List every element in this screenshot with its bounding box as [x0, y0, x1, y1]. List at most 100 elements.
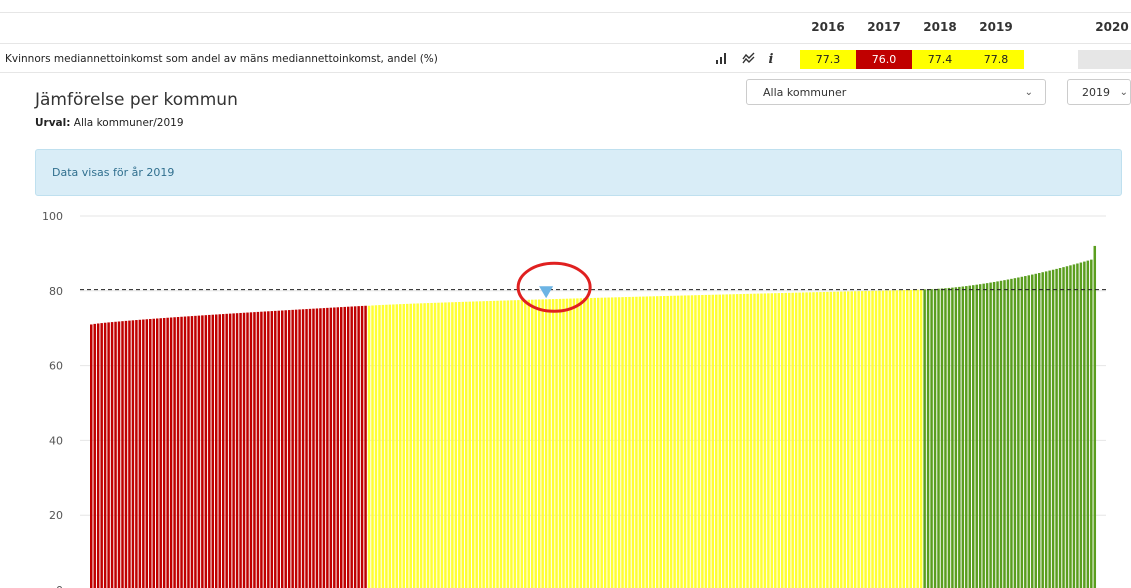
- bar-151: [614, 297, 617, 588]
- bar-39: [225, 313, 228, 588]
- value-2020[interactable]: [1078, 50, 1131, 69]
- bar-108: [465, 301, 468, 588]
- bar-7: [114, 321, 117, 588]
- bar-269: [1024, 276, 1027, 588]
- bar-229: [885, 290, 888, 588]
- bar-180: [715, 294, 718, 588]
- bar-192: [756, 293, 760, 588]
- bar-chart-icon[interactable]: [713, 52, 729, 68]
- bar-16: [145, 319, 149, 588]
- bar-66: [319, 308, 322, 588]
- bar-142: [583, 298, 586, 588]
- bar-73: [343, 306, 346, 588]
- bar-261: [996, 281, 999, 588]
- bar-130: [541, 299, 544, 588]
- bar-9: [121, 321, 124, 588]
- region-select[interactable]: Alla kommuner ⌄: [746, 79, 1046, 105]
- bar-274: [1041, 272, 1044, 588]
- bar-187: [739, 294, 742, 588]
- bar-110: [471, 301, 475, 588]
- bar-10: [124, 320, 128, 588]
- bar-30: [194, 315, 197, 588]
- bar-161: [649, 296, 652, 588]
- value-2017[interactable]: 76.0: [856, 50, 912, 69]
- year-select[interactable]: 2019 ⌄: [1067, 79, 1131, 105]
- bar-170: [680, 295, 683, 588]
- bar-139: [572, 298, 576, 588]
- bar-67: [322, 308, 326, 588]
- bar-197: [774, 293, 777, 588]
- bar-275: [1044, 271, 1048, 588]
- bar-65: [315, 308, 319, 588]
- bar-206: [805, 292, 808, 588]
- bar-288: [1090, 259, 1093, 588]
- bar-115: [489, 300, 492, 588]
- bar-168: [673, 295, 676, 588]
- bar-42: [235, 313, 239, 588]
- bar-213: [829, 291, 833, 588]
- bar-107: [461, 301, 465, 588]
- bar-141: [579, 298, 583, 588]
- bar-238: [916, 289, 919, 588]
- bar-95: [419, 303, 423, 588]
- bar-145: [593, 297, 596, 588]
- bar-131: [544, 299, 548, 588]
- bar-117: [496, 300, 499, 588]
- bar-202: [791, 292, 794, 588]
- bar-189: [746, 293, 749, 588]
- bar-14: [138, 319, 142, 588]
- bar-167: [669, 295, 673, 588]
- value-2018[interactable]: 77.4: [912, 50, 968, 69]
- bar-281: [1065, 266, 1069, 588]
- bar-34: [208, 314, 211, 588]
- bar-128: [534, 299, 537, 588]
- bar-173: [690, 295, 694, 588]
- bar-186: [735, 294, 739, 588]
- bar-118: [499, 300, 503, 588]
- bar-41: [232, 313, 235, 588]
- bar-225: [871, 290, 874, 588]
- bar-33: [204, 315, 208, 588]
- bar-233: [899, 290, 902, 588]
- bar-126: [527, 299, 531, 588]
- year-header-2019: 2019: [979, 20, 1013, 34]
- bar-40: [228, 313, 232, 588]
- value-2019[interactable]: 77.8: [968, 50, 1024, 69]
- bar-91: [405, 303, 409, 588]
- bar-265: [1010, 278, 1013, 588]
- bar-230: [888, 290, 892, 588]
- bar-188: [742, 293, 746, 588]
- bar-21: [162, 317, 166, 588]
- selection-summary: Urval: Alla kommuner/2019: [35, 117, 184, 129]
- bar-129: [537, 299, 541, 588]
- bar-260: [992, 281, 996, 588]
- trend-icon[interactable]: [741, 52, 757, 68]
- bar-64: [312, 308, 315, 588]
- bar-286: [1083, 261, 1086, 588]
- bar-20: [159, 318, 162, 588]
- bar-104: [451, 302, 454, 588]
- bar-241: [926, 289, 930, 588]
- info-icon[interactable]: i: [763, 52, 779, 67]
- bar-72: [340, 307, 343, 588]
- bar-32: [201, 315, 204, 588]
- bar-219: [850, 291, 853, 588]
- bar-18: [152, 318, 155, 588]
- bar-13: [135, 320, 138, 588]
- bar-114: [485, 301, 489, 588]
- bar-55: [280, 310, 284, 588]
- bar-98: [430, 302, 433, 588]
- value-2016[interactable]: 77.3: [800, 50, 856, 69]
- bar-17: [149, 318, 152, 588]
- section-title: Jämförelse per kommun: [35, 90, 238, 110]
- bar-69: [329, 307, 333, 588]
- bar-37: [218, 314, 221, 588]
- bar-62: [305, 309, 308, 588]
- bar-68: [326, 307, 329, 588]
- bar-255: [975, 284, 978, 588]
- bar-3: [100, 323, 103, 588]
- bar-185: [732, 294, 735, 588]
- bar-121: [510, 300, 513, 588]
- bar-146: [596, 297, 600, 588]
- bar-223: [864, 290, 867, 588]
